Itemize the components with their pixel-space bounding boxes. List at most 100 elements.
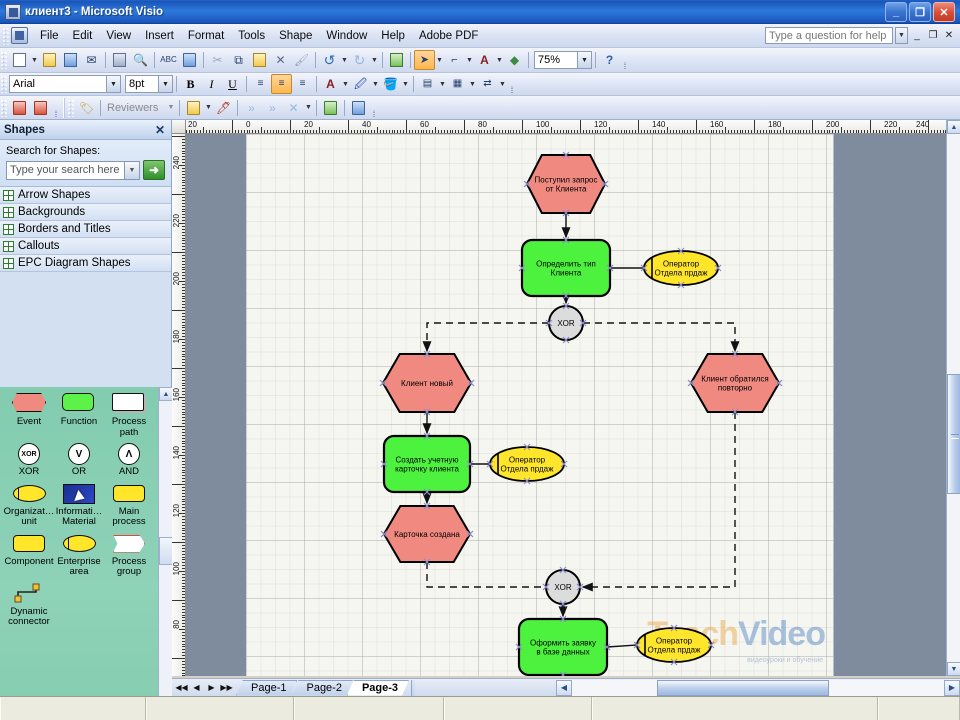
print-icon[interactable] [109,50,130,70]
zoom-dropdown-icon[interactable]: ▼ [577,52,591,68]
pdf-toolbar-grip[interactable] [0,98,7,117]
new-markup-dropdown-icon[interactable]: ▼ [204,98,213,118]
menu-insert[interactable]: Insert [138,27,181,45]
stencil-scrollbar[interactable]: ▲ [158,387,173,720]
document-minimize-button[interactable]: _ [910,28,924,44]
text-tool-dropdown-icon[interactable]: ▼ [495,50,504,70]
master-shape-component[interactable]: Component [4,533,54,578]
master-shape-information-material[interactable]: Informati… Material [54,483,104,528]
fill-color-icon[interactable]: 🪣 [380,74,401,94]
master-shape-function[interactable]: Function [54,393,104,438]
bold-button[interactable]: B [180,74,201,94]
master-shape-process-path[interactable]: Process path [104,393,154,438]
standard-toolbar-options-icon[interactable]: ⁞ [620,49,630,71]
line-ends-dropdown-icon[interactable]: ▼ [498,74,507,94]
vertical-ruler[interactable]: 240 220 200 180 160 140 120 100 80 [172,134,186,676]
vertical-scrollbar[interactable]: ▲ ▼ [946,120,960,676]
last-page-button[interactable]: ▶▶ [219,680,234,695]
italic-button[interactable]: I [201,74,222,94]
line-pattern-dropdown-icon[interactable]: ▼ [468,74,477,94]
delete-icon[interactable]: ✕ [270,50,291,70]
drawing-canvas[interactable]: TeachVideo видеоуроки и обучение Поступи… [186,134,946,676]
shape-search-go-button[interactable]: ➜ [143,160,165,180]
cut-icon[interactable]: ✂ [207,50,228,70]
stencil-scroll-up-button[interactable]: ▲ [159,387,173,401]
convert-to-pdf-email-icon[interactable] [30,98,51,118]
menu-tools[interactable]: Tools [231,27,272,45]
stencil-borders-and-titles[interactable]: Borders and Titles [0,221,171,238]
page-tab-page-1[interactable]: Page-1 [236,680,297,696]
new-markup-icon[interactable] [183,98,204,118]
previous-page-button[interactable]: ◀ [189,680,204,695]
drawing-tool-icon[interactable]: ◆ [504,50,525,70]
master-shape-or[interactable]: V OR [54,443,104,478]
master-shape-enterprise-area[interactable]: Enterprise area [54,533,104,578]
shapes-panel-close-icon[interactable]: ✕ [153,123,167,137]
align-center-icon[interactable]: ≡ [271,74,292,94]
formatting-toolbar-grip[interactable] [0,75,7,93]
connector[interactable] [606,644,638,648]
shape-search-dropdown-icon[interactable]: ▼ [124,161,139,179]
line-weight-icon[interactable]: ▤ [417,74,438,94]
delete-markup-dropdown-icon[interactable]: ▼ [304,98,313,118]
menu-shape[interactable]: Shape [272,27,319,45]
pointer-tool-icon[interactable]: ➤ [414,50,435,70]
align-right-icon[interactable]: ≡ [292,74,313,94]
tab-splitter-handle[interactable] [411,679,416,696]
markup-note-icon[interactable] [320,98,341,118]
connector-dropdown-icon[interactable]: ▼ [465,50,474,70]
font-size-dropdown-icon[interactable]: ▼ [158,76,172,92]
menu-window[interactable]: Window [319,27,374,45]
zoom-combo[interactable]: 75% ▼ [534,51,592,69]
align-left-icon[interactable]: ≡ [250,74,271,94]
undo-icon[interactable]: ↺ [319,50,340,70]
scroll-left-button[interactable]: ◀ [556,679,572,696]
connector[interactable] [422,322,549,353]
master-shape-dynamic-connector[interactable]: Dynamic connector [4,583,54,628]
master-shape-event[interactable]: Event [4,393,54,438]
reviewing-pane-icon[interactable] [348,98,369,118]
standard-toolbar-grip[interactable] [0,51,7,69]
document-restore-button[interactable]: ❐ [926,28,940,44]
redo-dropdown-icon[interactable]: ▼ [370,50,379,70]
menu-view[interactable]: View [99,27,138,45]
stencil-arrow-shapes[interactable]: Arrow Shapes [0,187,171,204]
first-page-button[interactable]: ◀◀ [174,680,189,695]
paste-icon[interactable] [249,50,270,70]
master-shape-and[interactable]: Λ AND [104,443,154,478]
stencil-callouts[interactable]: Callouts [0,238,171,255]
hyperlink-icon[interactable] [386,50,407,70]
horizontal-ruler[interactable]: 20 0 20 40 60 80 100 120 140 160 180 200… [172,120,946,134]
pdf-toolbar-options-icon[interactable]: ⁞ [51,97,61,119]
next-markup-icon[interactable]: » [262,98,283,118]
scroll-up-button[interactable]: ▲ [947,120,960,134]
fill-color-dropdown-icon[interactable]: ▼ [401,74,410,94]
vertical-scroll-thumb[interactable] [947,374,960,494]
menu-edit[interactable]: Edit [66,27,100,45]
ruler-corner[interactable] [172,120,186,134]
horizontal-scrollbar[interactable]: ◀ ▶ [556,678,960,696]
master-shape-xor[interactable]: XOR XOR [4,443,54,478]
line-color-dropdown-icon[interactable]: ▼ [371,74,380,94]
reviewers-combo[interactable]: Reviewers ▼ [104,99,176,117]
new-document-icon[interactable] [9,50,30,70]
page-tab-page-3[interactable]: Page-3 [347,680,409,696]
spelling-icon[interactable]: ABC [158,50,179,70]
master-shape-process-group[interactable]: Process group [104,533,154,578]
underline-button[interactable]: U [222,74,243,94]
delete-markup-icon[interactable]: ✕ [283,98,304,118]
scroll-down-button[interactable]: ▼ [947,662,960,676]
research-icon[interactable] [179,50,200,70]
connector[interactable] [583,322,740,353]
scroll-right-button[interactable]: ▶ [944,679,960,696]
reviewing-toolbar-grip[interactable] [67,98,74,117]
text-color-icon[interactable]: A [320,74,341,94]
open-icon[interactable] [39,50,60,70]
help-question-input[interactable]: Type a question for help [765,27,893,44]
font-name-dropdown-icon[interactable]: ▼ [106,76,120,92]
track-markup-icon[interactable]: 🏷 [76,98,97,118]
text-color-dropdown-icon[interactable]: ▼ [341,74,350,94]
reviewers-dropdown-icon[interactable]: ▼ [166,104,176,111]
font-name-combo[interactable]: Arial ▼ [9,75,121,93]
stencil-backgrounds[interactable]: Backgrounds [0,204,171,221]
